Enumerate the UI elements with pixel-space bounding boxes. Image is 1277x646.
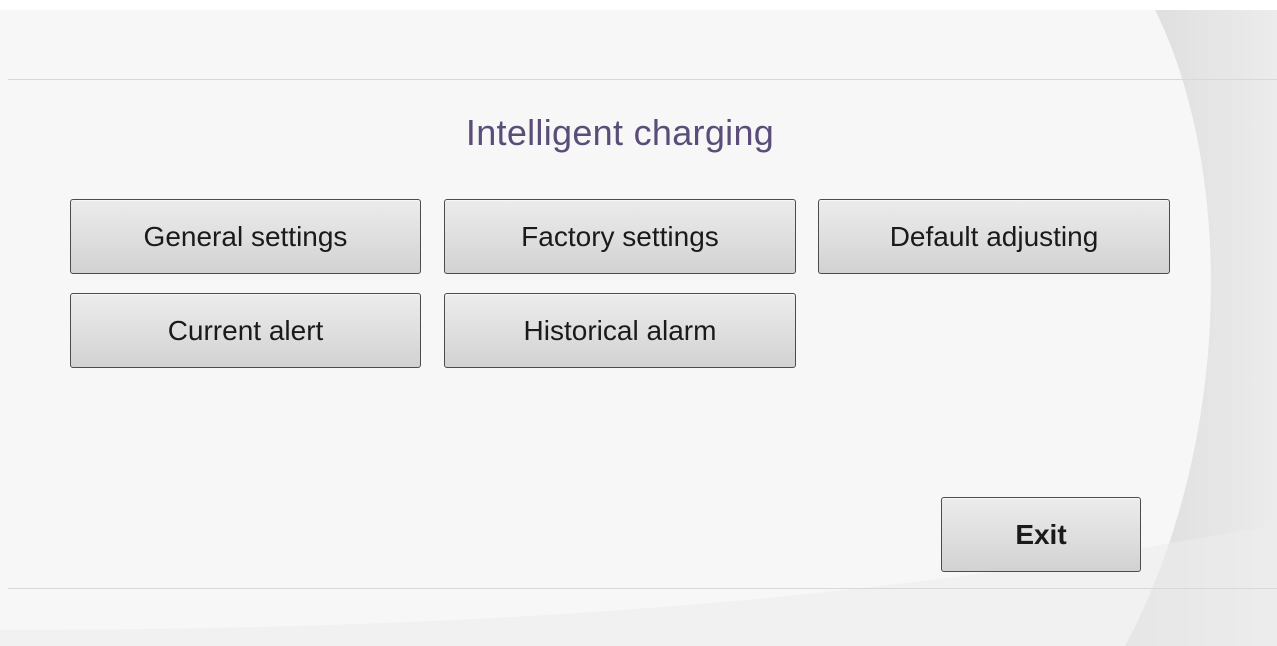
general-settings-button[interactable]: General settings	[70, 199, 421, 274]
exit-button[interactable]: Exit	[941, 497, 1141, 572]
footer-divider	[8, 588, 1277, 589]
top-band	[0, 0, 1277, 10]
factory-settings-button[interactable]: Factory settings	[444, 199, 796, 274]
current-alert-button[interactable]: Current alert	[70, 293, 421, 368]
charging-screen: Intelligent charging General settings Fa…	[0, 0, 1277, 646]
header-divider	[8, 79, 1277, 80]
page-title: Intelligent charging	[465, 112, 775, 153]
historical-alarm-button[interactable]: Historical alarm	[444, 293, 796, 368]
default-adjusting-button[interactable]: Default adjusting	[818, 199, 1170, 274]
